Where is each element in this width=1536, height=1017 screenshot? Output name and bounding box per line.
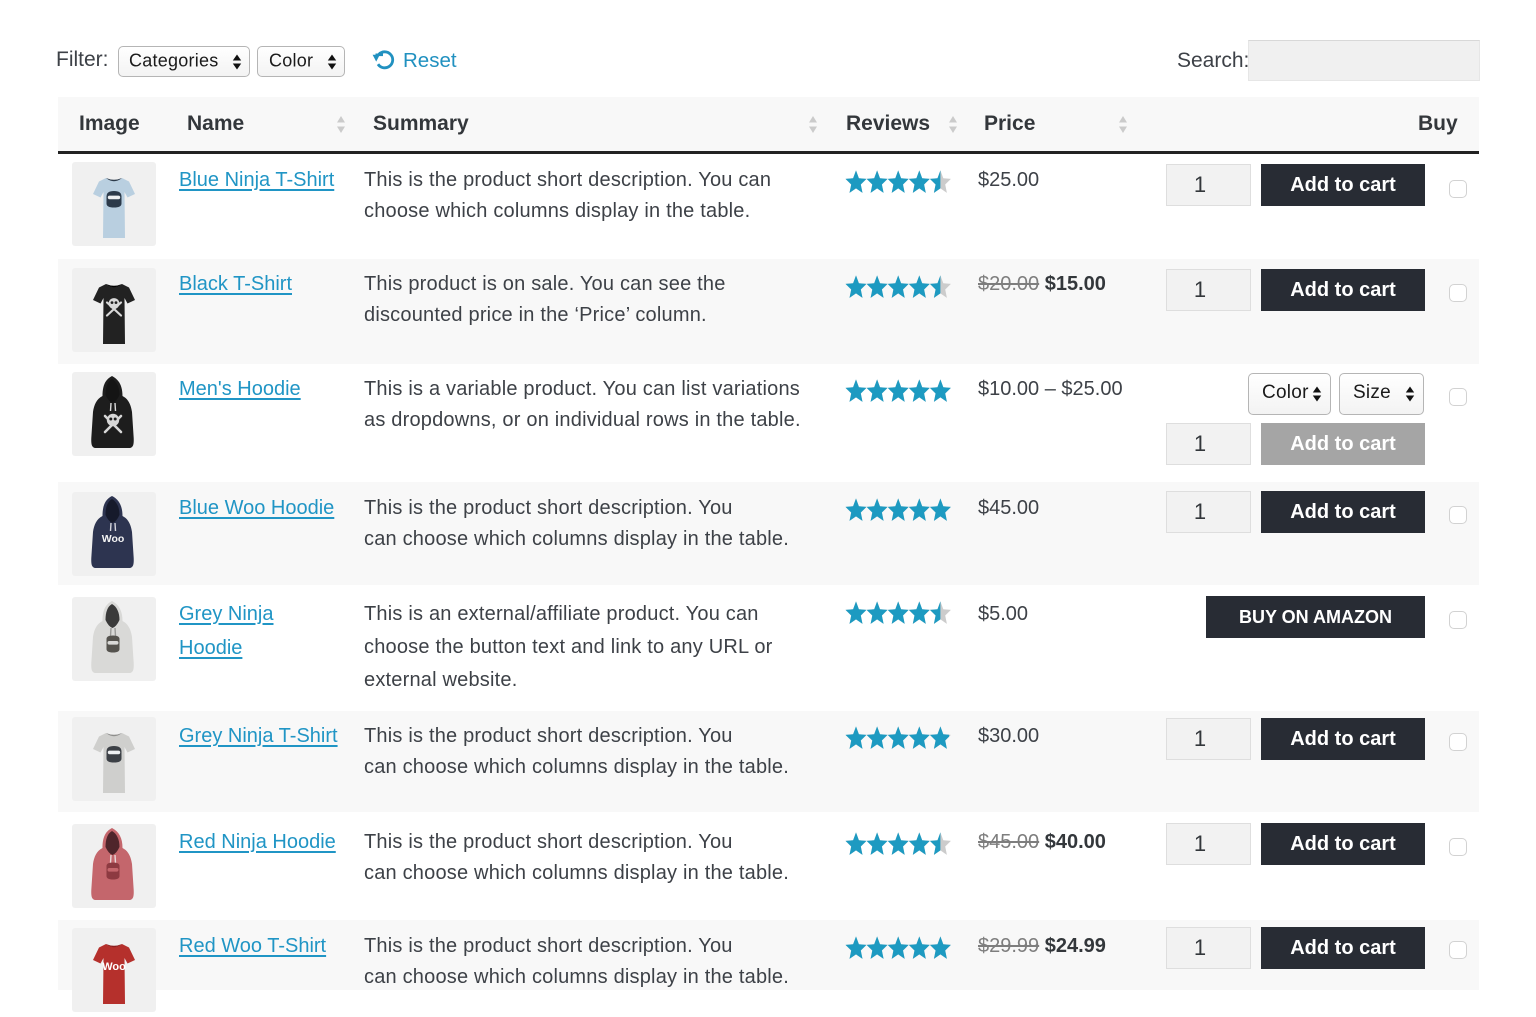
svg-text:Woo: Woo xyxy=(102,533,125,545)
svg-text:Woo: Woo xyxy=(102,961,126,973)
